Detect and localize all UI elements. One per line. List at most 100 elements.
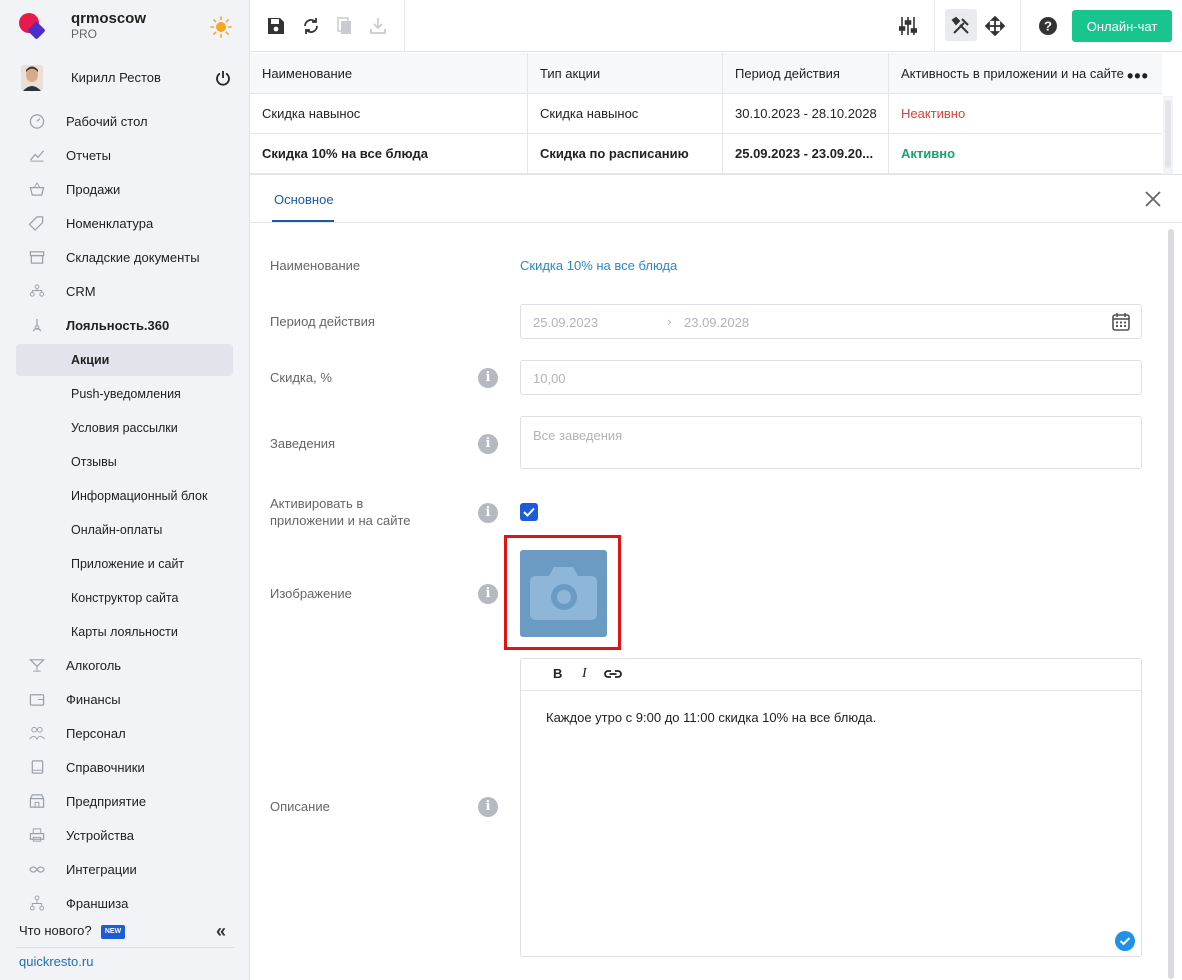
sidebar-item[interactable]: Предприятие xyxy=(0,784,249,818)
editor-toolbar: B I xyxy=(521,659,1141,691)
sidebar-item[interactable]: Складские документы xyxy=(0,240,249,274)
info-icon[interactable]: i xyxy=(478,797,498,817)
column-header-name[interactable]: Наименование xyxy=(250,53,528,93)
status-badge: Активно xyxy=(901,146,956,161)
venues-field[interactable]: Все заведения xyxy=(520,416,1142,469)
sidebar-item[interactable]: Интеграции xyxy=(0,852,249,886)
hierarchy-icon xyxy=(29,895,45,911)
info-icon[interactable]: i xyxy=(478,434,498,454)
save-icon[interactable] xyxy=(263,13,289,39)
table-header: Наименование Тип акции Период действия А… xyxy=(250,53,1162,94)
italic-button[interactable]: I xyxy=(582,666,587,684)
plan-label: PRO xyxy=(71,27,98,41)
glass-icon xyxy=(28,659,46,672)
sidebar-subitem[interactable]: Приложение и сайт xyxy=(16,548,233,580)
sidebar-item[interactable]: Алкоголь xyxy=(0,648,249,682)
sidebar-subitem-label: Приложение и сайт xyxy=(71,557,185,571)
user-profile[interactable]: Кирилл Рестов xyxy=(0,58,249,98)
divider xyxy=(404,0,405,52)
info-icon[interactable]: i xyxy=(478,584,498,604)
info-icon[interactable]: i xyxy=(478,503,498,523)
info-icon[interactable]: i xyxy=(478,368,498,388)
power-icon[interactable] xyxy=(215,70,231,86)
people-icon xyxy=(29,284,45,297)
column-header-period[interactable]: Период действия xyxy=(723,53,889,93)
cell-type: Скидка по расписанию xyxy=(528,134,723,173)
confirm-icon[interactable] xyxy=(1115,931,1135,951)
sidebar-item-label: Продажи xyxy=(66,181,121,197)
discount-field[interactable]: 10,00 xyxy=(520,360,1142,395)
sidebar-item-label: Отчеты xyxy=(66,147,111,163)
sidebar-subitem[interactable]: Информационный блок xyxy=(16,480,233,512)
sidebar-item-label: CRM xyxy=(66,283,96,299)
sidebar-item[interactable]: Устройства xyxy=(0,818,249,852)
sidebar-subitem[interactable]: Отзывы xyxy=(16,446,233,478)
sidebar-subitem-label: Карты лояльности xyxy=(71,625,178,639)
collapse-sidebar-icon[interactable]: « xyxy=(216,921,226,942)
sidebar-subitem[interactable]: Условия рассылки xyxy=(16,412,233,444)
refresh-icon[interactable] xyxy=(298,13,324,39)
user-name: Кирилл Рестов xyxy=(71,70,161,85)
link-icon[interactable] xyxy=(604,668,622,680)
sidebar-subitem[interactable]: Онлайн-оплаты xyxy=(16,514,233,546)
check-icon xyxy=(523,507,535,517)
description-text[interactable]: Каждое утро с 9:00 до 11:00 скидка 10% н… xyxy=(546,710,876,725)
bold-button[interactable]: B xyxy=(553,666,562,684)
venues-label: Заведения xyxy=(270,436,336,451)
table-scrollbar[interactable] xyxy=(1163,96,1173,174)
download-icon[interactable] xyxy=(365,13,391,39)
name-value[interactable]: Скидка 10% на все блюда xyxy=(520,258,677,273)
cell-type: Скидка навынос xyxy=(528,94,723,133)
sidebar-item[interactable]: Отчеты xyxy=(0,138,249,172)
move-icon[interactable] xyxy=(982,13,1008,39)
svg-text:?: ? xyxy=(1044,19,1052,34)
table-row[interactable]: Скидка навынос Скидка навынос 30.10.2023… xyxy=(250,94,1162,134)
sidebar-item[interactable]: Персонал xyxy=(0,716,249,750)
sidebar-item[interactable]: Рабочий стол xyxy=(0,104,249,138)
sidebar-item[interactable]: Финансы xyxy=(0,682,249,716)
status-badge: Неактивно xyxy=(901,106,966,121)
divider xyxy=(250,222,1182,223)
sidebar-item-label: Интеграции xyxy=(66,861,137,877)
sidebar-subitem-label: Отзывы xyxy=(71,455,117,469)
sidebar-item[interactable]: Номенклатура xyxy=(0,206,249,240)
sidebar-item[interactable]: Справочники xyxy=(0,750,249,784)
sidebar-item[interactable]: Продажи xyxy=(0,172,249,206)
panel-scrollbar[interactable] xyxy=(1166,227,1176,980)
column-header-type[interactable]: Тип акции xyxy=(528,53,723,93)
whats-new-link[interactable]: Что нового? xyxy=(19,923,92,938)
cell-period: 25.09.2023 - 23.09.20... xyxy=(723,134,889,173)
copy-icon[interactable] xyxy=(332,13,358,39)
sidebar-item-label: Алкоголь xyxy=(66,657,122,673)
image-upload[interactable] xyxy=(520,550,607,637)
period-field[interactable]: 25.09.2023 › 23.09.2028 xyxy=(520,304,1142,339)
sidebar-subitem[interactable]: Конструктор сайта xyxy=(16,582,233,614)
online-chat-button[interactable]: Онлайн-чат xyxy=(1072,10,1172,42)
activate-checkbox[interactable] xyxy=(520,503,538,521)
tools-icon[interactable] xyxy=(948,13,974,39)
column-header-activity[interactable]: Активность в приложении и на сайте xyxy=(889,53,1162,93)
site-link[interactable]: quickresto.ru xyxy=(19,954,93,969)
sidebar-item[interactable]: CRM xyxy=(0,274,249,308)
discount-value: 10,00 xyxy=(533,371,566,386)
sidebar-subitem[interactable]: Акции xyxy=(16,344,233,376)
brand-header: qrmoscow PRO xyxy=(0,0,249,52)
table-row[interactable]: Скидка 10% на все блюда Скидка по распис… xyxy=(250,134,1162,174)
calendar-icon[interactable] xyxy=(1111,312,1131,332)
close-icon[interactable] xyxy=(1143,189,1163,209)
settings-sliders-icon[interactable] xyxy=(895,13,921,39)
description-editor[interactable]: B I Каждое утро с 9:00 до 11:00 скидка 1… xyxy=(520,658,1142,957)
store-icon xyxy=(29,794,45,808)
sun-icon[interactable] xyxy=(210,16,232,38)
sidebar-subitem[interactable]: Push-уведомления xyxy=(16,378,233,410)
sidebar-subitem[interactable]: Карты лояльности xyxy=(16,616,233,648)
sidebar-item-label: Лояльность.360 xyxy=(66,317,170,333)
sidebar-item[interactable]: Франшиза xyxy=(0,886,249,920)
more-options-icon[interactable]: ••• xyxy=(1127,66,1149,87)
tab-main[interactable]: Основное xyxy=(274,192,334,207)
sidebar-item[interactable]: Лояльность.360 xyxy=(0,308,249,342)
activate-label: Активировать в приложении и на сайте xyxy=(270,496,411,528)
sidebar-item-label: Номенклатура xyxy=(66,215,154,231)
archive-icon xyxy=(29,251,45,264)
help-icon[interactable]: ? xyxy=(1035,13,1061,39)
